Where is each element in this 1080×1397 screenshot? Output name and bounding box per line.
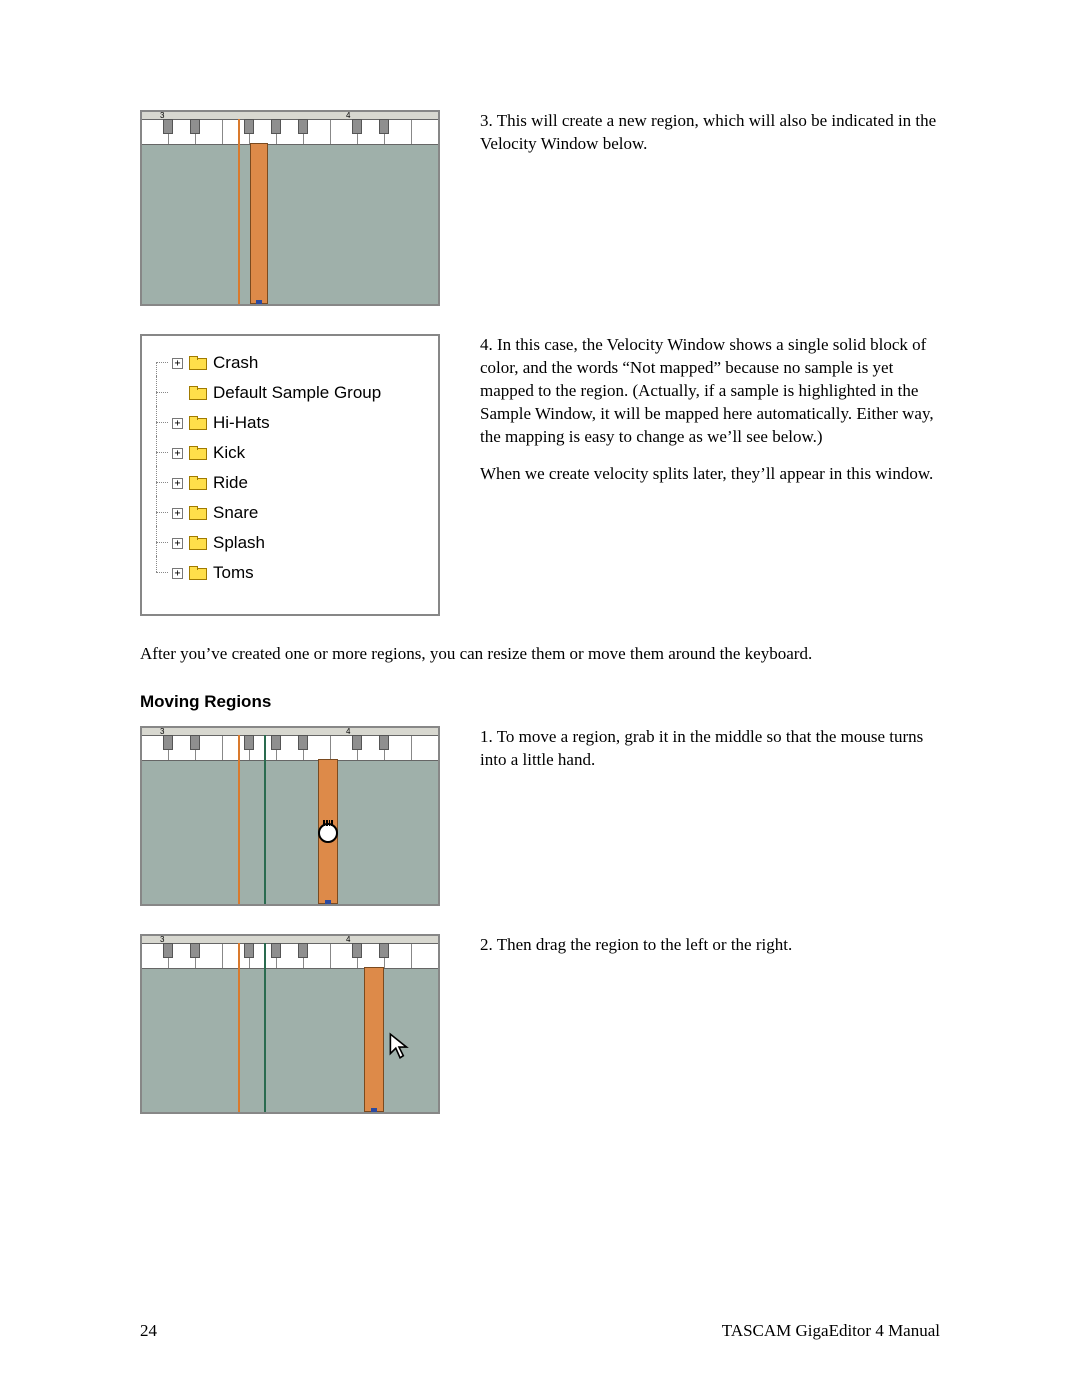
moving-step-1-text: 1. To move a region, grab it in the midd… <box>480 726 940 786</box>
tree-connector <box>150 348 172 378</box>
tree-item-label: Ride <box>213 473 248 493</box>
expander-icon[interactable]: + <box>172 358 183 369</box>
moving-step-2-para: 2. Then drag the region to the left or t… <box>480 934 940 957</box>
page-footer: 24 TASCAM GigaEditor 4 Manual <box>140 1321 940 1341</box>
step-4-row: +CrashDefault Sample Group+Hi-Hats+Kick+… <box>140 334 940 616</box>
folder-icon <box>189 356 207 370</box>
figure-move-grab: 3 4 <box>140 726 440 906</box>
tree-item-label: Kick <box>213 443 245 463</box>
keyboard-region-figure: 3 4 <box>140 110 440 306</box>
ruler-tick-4c: 4 <box>346 935 350 944</box>
tree-connector <box>150 528 172 558</box>
tree-item-label: Splash <box>213 533 265 553</box>
after-regions-para: After you’ve created one or more regions… <box>140 644 940 664</box>
tree-item-snare[interactable]: + Snare <box>150 498 430 528</box>
ruler-tick-3c: 3 <box>160 935 164 944</box>
moving-regions-heading: Moving Regions <box>140 692 940 712</box>
figure-region-created: 3 4 <box>140 110 440 306</box>
keyboard-drag-figure: 3 4 <box>140 934 440 1114</box>
tree-connector <box>150 408 172 438</box>
moving-step-2-text: 2. Then drag the region to the left or t… <box>480 934 940 971</box>
step-4-para-a: 4. In this case, the Velocity Window sho… <box>480 334 940 449</box>
moving-step-1-row: 3 4 <box>140 726 940 906</box>
tree-item-label: Hi-Hats <box>213 413 270 433</box>
expander-icon[interactable]: + <box>172 508 183 519</box>
figure-sample-tree: +CrashDefault Sample Group+Hi-Hats+Kick+… <box>140 334 440 616</box>
keyboard-ruler-2: 3 4 <box>142 728 438 736</box>
step-3-row: 3 4 <box>140 110 940 306</box>
ruler-tick-3b: 3 <box>160 727 164 736</box>
ruler-tick-3: 3 <box>160 111 164 120</box>
region-handle[interactable] <box>256 300 262 304</box>
folder-icon <box>189 386 207 400</box>
tree-connector <box>150 468 172 498</box>
step-4-para-b: When we create velocity splits later, th… <box>480 463 940 486</box>
white-keys <box>142 120 438 145</box>
step-3-para: 3. This will create a new region, which … <box>480 110 940 156</box>
tree-item-label: Crash <box>213 353 258 373</box>
folder-icon <box>189 446 207 460</box>
tree-item-splash[interactable]: + Splash <box>150 528 430 558</box>
folder-icon <box>189 416 207 430</box>
tree-item-crash[interactable]: + Crash <box>150 348 430 378</box>
keyboard-ruler-3: 3 4 <box>142 936 438 944</box>
manual-page: 3 4 <box>0 0 1080 1397</box>
keyboard-ruler: 3 4 <box>142 112 438 120</box>
tree-connector <box>150 498 172 528</box>
moving-step-2-row: 3 4 <box>140 934 940 1114</box>
expander-icon[interactable]: + <box>172 448 183 459</box>
tree-connector <box>150 438 172 468</box>
moving-step-1-para: 1. To move a region, grab it in the midd… <box>480 726 940 772</box>
expander-icon[interactable]: + <box>172 538 183 549</box>
step-4-text: 4. In this case, the Velocity Window sho… <box>480 334 940 500</box>
tree-item-kick[interactable]: + Kick <box>150 438 430 468</box>
expander-icon[interactable]: + <box>172 568 183 579</box>
tree-item-ride[interactable]: + Ride <box>150 468 430 498</box>
region-dragged[interactable] <box>364 967 384 1112</box>
tree-item-default-sample-group[interactable]: Default Sample Group <box>150 378 430 408</box>
hand-cursor-icon <box>318 823 338 843</box>
page-number: 24 <box>140 1321 157 1341</box>
figure-move-drag: 3 4 <box>140 934 440 1114</box>
folder-icon <box>189 476 207 490</box>
folder-icon <box>189 566 207 580</box>
folder-icon <box>189 536 207 550</box>
tree-item-toms[interactable]: + Toms <box>150 558 430 588</box>
expander-icon[interactable]: + <box>172 478 183 489</box>
ruler-tick-4: 4 <box>346 111 350 120</box>
tree-item-hi-hats[interactable]: + Hi-Hats <box>150 408 430 438</box>
step-3-text: 3. This will create a new region, which … <box>480 110 940 170</box>
sample-tree: +CrashDefault Sample Group+Hi-Hats+Kick+… <box>140 334 440 616</box>
tree-item-label: Snare <box>213 503 258 523</box>
folder-icon <box>189 506 207 520</box>
marker-line <box>238 119 240 304</box>
manual-title: TASCAM GigaEditor 4 Manual <box>722 1321 940 1341</box>
tree-connector <box>150 558 172 588</box>
tree-connector <box>150 378 172 408</box>
ruler-tick-4b: 4 <box>346 727 350 736</box>
tree-item-label: Default Sample Group <box>213 383 381 403</box>
expander-icon[interactable]: + <box>172 418 183 429</box>
tree-item-label: Toms <box>213 563 254 583</box>
new-region[interactable] <box>250 143 268 304</box>
keyboard-grab-figure: 3 4 <box>140 726 440 906</box>
